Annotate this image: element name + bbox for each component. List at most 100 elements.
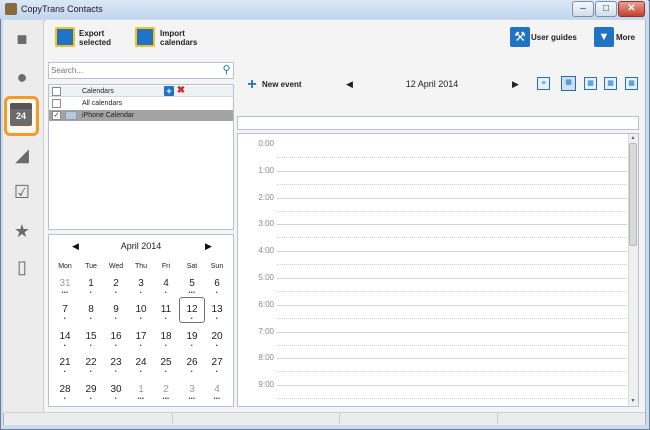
new-event-button[interactable]: New event [262, 80, 302, 89]
import-icon[interactable] [135, 27, 155, 47]
calendar-day[interactable]: 30 [103, 384, 129, 395]
minimize-button[interactable]: – [572, 1, 594, 17]
calendar-day[interactable]: 13 [204, 304, 230, 315]
prev-day-icon[interactable]: ◀ [346, 79, 353, 90]
calendar-color-swatch[interactable] [65, 111, 77, 120]
select-all-checkbox[interactable] [52, 87, 61, 96]
app-logo-icon [5, 3, 17, 15]
half-hour-line [277, 237, 627, 239]
new-event-icon[interactable]: + [244, 77, 260, 93]
calendar-day[interactable]: 2 [103, 278, 129, 289]
add-calendar-icon[interactable]: + [164, 86, 174, 96]
device-nav-icon[interactable]: ▯ [11, 256, 33, 278]
next-month-icon[interactable]: ▶ [205, 241, 212, 252]
export-selected-button[interactable]: Export selected [79, 29, 129, 47]
calendar-day[interactable]: 20 [204, 331, 230, 342]
event-indicator: • [114, 369, 118, 375]
calendar-day[interactable]: 27 [204, 357, 230, 368]
calendar-day[interactable]: 16 [103, 331, 129, 342]
half-hour-line [277, 344, 627, 346]
favorites-nav-icon[interactable]: ★ [11, 220, 33, 242]
calendar-day[interactable]: 25 [153, 357, 179, 368]
iphone-calendar-checkbox[interactable]: ✓ [52, 111, 61, 120]
contacts-nav-icon[interactable]: ■ [11, 28, 33, 50]
calendar-day[interactable]: 9 [103, 304, 129, 315]
calendar-day[interactable]: 31 [52, 278, 78, 289]
calendar-day[interactable]: 8 [78, 304, 104, 315]
notes-nav-icon[interactable]: ◢ [11, 144, 33, 166]
event-indicator: • [89, 343, 93, 349]
hour-label: 1:00 [258, 165, 274, 175]
mini-calendar-title: April 2014 [120, 241, 162, 251]
weekday-header: Mon [58, 263, 72, 270]
calendar-day[interactable]: 1 [78, 278, 104, 289]
calendar-day[interactable]: 22 [78, 357, 104, 368]
calendar-day[interactable]: 29 [78, 384, 104, 395]
calendar-day[interactable]: 24 [128, 357, 154, 368]
hour-label: 8:00 [258, 353, 274, 363]
messages-nav-icon[interactable]: ● [11, 66, 33, 88]
calendar-day[interactable]: 11 [153, 304, 179, 315]
calendar-day[interactable]: 3 [179, 384, 205, 395]
event-indicator: ••• [213, 396, 221, 402]
scrollbar-thumb[interactable] [629, 143, 637, 246]
calendar-day[interactable]: 4 [204, 384, 230, 395]
day-schedule-grid[interactable] [237, 133, 639, 407]
calendar-day[interactable]: 28 [52, 384, 78, 395]
calendar-day[interactable]: 14 [52, 331, 78, 342]
calendar-day[interactable]: 2 [153, 384, 179, 395]
event-indicator: • [63, 369, 67, 375]
event-indicator: • [164, 316, 168, 322]
import-calendars-button[interactable]: Import calendars [160, 29, 210, 47]
user-guides-icon[interactable]: ⚒ [510, 27, 530, 47]
calendar-row-all[interactable]: All calendars [49, 98, 233, 109]
work-week-view-icon[interactable]: ▦ [584, 77, 597, 90]
calendar-day[interactable]: 6 [204, 278, 230, 289]
calendar-day[interactable]: 10 [128, 304, 154, 315]
calendar-day[interactable]: 15 [78, 331, 104, 342]
calendar-day[interactable]: 7 [52, 304, 78, 315]
calendar-nav-icon[interactable]: 24 [10, 103, 32, 126]
hour-label: 3:00 [258, 219, 274, 229]
calendar-day[interactable]: 4 [153, 278, 179, 289]
calendar-day[interactable]: 1 [128, 384, 154, 395]
prev-month-icon[interactable]: ◀ [72, 241, 79, 252]
calendar-day[interactable]: 5 [179, 278, 205, 289]
more-button[interactable]: More [616, 33, 635, 42]
hour-label: 4:00 [258, 246, 274, 256]
month-view-icon[interactable]: ▦ [625, 77, 638, 90]
more-icon[interactable]: ▼ [594, 27, 614, 47]
user-guides-button[interactable]: User guides [531, 33, 577, 42]
status-separator [497, 413, 498, 424]
all-day-events-strip[interactable] [237, 116, 639, 130]
calendar-day[interactable]: 26 [179, 357, 205, 368]
search-icon[interactable]: ⚲ [219, 62, 234, 78]
event-indicator: • [63, 343, 67, 349]
event-indicator: • [114, 316, 118, 322]
calendar-day[interactable]: 17 [128, 331, 154, 342]
all-calendars-checkbox[interactable] [52, 99, 61, 108]
maximize-button[interactable]: □ [595, 1, 617, 17]
event-indicator: • [89, 396, 93, 402]
hour-line [277, 170, 627, 172]
delete-calendar-icon[interactable]: ✖ [176, 86, 186, 96]
search-input[interactable] [51, 64, 211, 77]
calendar-day[interactable]: 21 [52, 357, 78, 368]
day-view-icon[interactable]: ▦ [561, 76, 576, 91]
export-label-line2: selected [79, 38, 112, 47]
tasks-nav-icon[interactable]: ☑ [11, 181, 33, 203]
close-button[interactable]: ✕ [618, 1, 645, 17]
week-view-icon[interactable]: ▦ [604, 77, 617, 90]
calendar-day[interactable]: 23 [103, 357, 129, 368]
calendar-day[interactable]: 3 [128, 278, 154, 289]
calendar-day[interactable]: 19 [179, 331, 205, 342]
export-icon[interactable] [55, 27, 75, 47]
next-day-icon[interactable]: ▶ [512, 79, 519, 90]
half-hour-line [277, 291, 627, 292]
all-calendars-label: All calendars [82, 100, 123, 107]
scroll-down-icon[interactable]: ▼ [629, 397, 637, 405]
calendar-day[interactable]: 18 [153, 331, 179, 342]
list-view-icon[interactable]: ≡ [537, 77, 550, 90]
half-hour-line [277, 210, 627, 212]
scroll-up-icon[interactable]: ▲ [629, 134, 637, 142]
